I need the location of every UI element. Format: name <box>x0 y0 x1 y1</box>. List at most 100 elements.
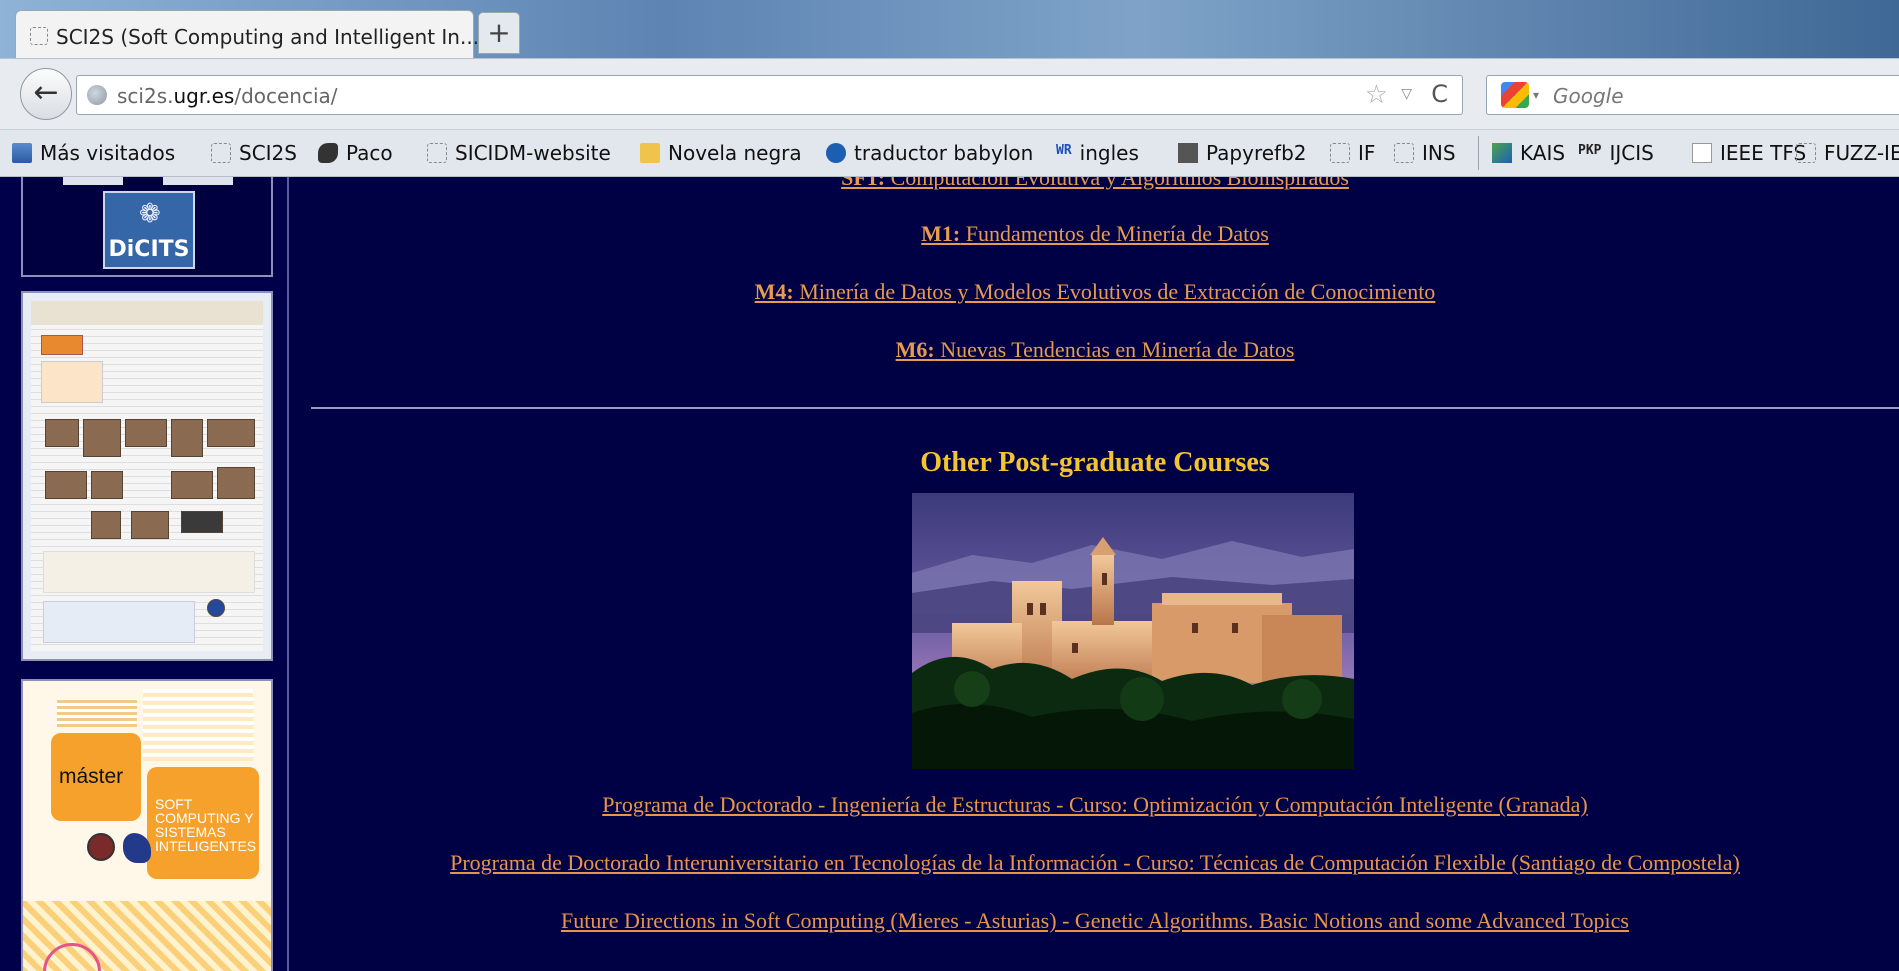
course-code: M4: <box>754 279 794 304</box>
bookmark-label: traductor babylon <box>854 141 1034 165</box>
alhambra-photo-art <box>912 493 1354 769</box>
blank-page-icon <box>30 27 48 45</box>
bookmark-sicidm-website[interactable]: SICIDM-website <box>427 140 611 166</box>
course-link-m4[interactable]: M4: Minería de Datos y Modelos Evolutivo… <box>291 279 1899 305</box>
course-link-m1[interactable]: M1: Fundamentos de Minería de Datos <box>291 221 1899 247</box>
poster-photo <box>181 511 223 533</box>
bookmark-sci2s[interactable]: SCI2S <box>211 140 297 166</box>
browser-tab[interactable]: SCI2S (Soft Computing and Intelligent In… <box>15 10 479 58</box>
bookmark-if[interactable]: IF <box>1330 140 1375 166</box>
bookmark-ijcis[interactable]: PKP IJCIS <box>1578 140 1654 166</box>
google-icon[interactable] <box>1501 82 1529 108</box>
course-code: M6: <box>895 337 935 362</box>
alhambra-photo <box>912 493 1354 769</box>
bookmark-separator <box>1478 136 1479 170</box>
bookmark-label: Más visitados <box>40 141 176 165</box>
poster-logo <box>207 599 225 617</box>
poster-text-block <box>57 699 137 727</box>
history-dropdown-icon[interactable]: ▽ <box>1401 86 1412 102</box>
papyre-icon <box>1178 143 1198 163</box>
bookmark-kais[interactable]: KAIS <box>1492 140 1565 166</box>
poster-image <box>31 301 263 651</box>
bookmark-ingles[interactable]: WR ingles <box>1056 140 1139 166</box>
people-network-icon: ❁ <box>139 199 161 229</box>
bookmark-paco[interactable]: Paco <box>318 140 393 166</box>
partner-logo[interactable] <box>63 177 123 185</box>
url-domain: ugr.es <box>173 84 235 108</box>
bookmark-label: KAIS <box>1520 141 1566 165</box>
postgrad-link-mieres[interactable]: Future Directions in Soft Computing (Mie… <box>291 908 1899 934</box>
wr-icon: WR <box>1056 143 1072 158</box>
master-label: máster <box>59 765 124 788</box>
bookmark-ieee-tfs[interactable]: IEEE TFS <box>1692 140 1806 166</box>
blank-page-icon <box>1330 143 1350 163</box>
postgrad-link-granada[interactable]: Programa de Doctorado - Ingeniería de Es… <box>291 792 1899 818</box>
search-box[interactable]: ▾ Google <box>1486 75 1899 115</box>
folder-icon <box>640 143 660 163</box>
globe-icon <box>87 85 107 105</box>
sidebar-master-poster[interactable]: máster SOFT COMPUTING Y SISTEMAS INTELIG… <box>21 679 273 971</box>
pkp-icon: PKP <box>1578 143 1602 158</box>
blank-page-icon <box>211 143 231 163</box>
soft-computing-label-box: SOFT COMPUTING Y SISTEMAS INTELIGENTES <box>147 767 259 879</box>
partner-logo[interactable] <box>163 177 233 185</box>
poster-photo <box>45 419 79 447</box>
poster-block <box>41 361 103 403</box>
reload-icon[interactable]: C <box>1431 80 1448 108</box>
course-title: Nuevas Tendencias en Minería de Datos <box>934 337 1295 362</box>
bookmark-ins[interactable]: INS <box>1394 140 1456 166</box>
dicits-logo[interactable]: ❁ DiCITS <box>103 191 195 269</box>
bookmark-label: INS <box>1422 141 1456 165</box>
address-bar[interactable]: sci2s.ugr.es/docencia/ ☆ ▽ C <box>76 75 1463 115</box>
back-button[interactable]: ← <box>20 68 72 120</box>
course-code: M1: <box>921 221 961 246</box>
poster-photo <box>217 467 255 499</box>
search-engine-dropdown-icon[interactable]: ▾ <box>1533 88 1539 102</box>
course-link-m6[interactable]: M6: Nuevas Tendencias en Minería de Dato… <box>291 337 1899 363</box>
poster-photo <box>131 511 169 539</box>
dicits-logo-text: DiCITS <box>108 237 190 262</box>
navigation-toolbar: ← sci2s.ugr.es/docencia/ ☆ ▽ C ▾ Google <box>0 58 1899 130</box>
soft-computing-label: SOFT COMPUTING Y SISTEMAS INTELIGENTES <box>155 796 257 854</box>
course-code: SF1: <box>841 177 886 190</box>
bookmark-mas-visitados[interactable]: Más visitados <box>12 140 175 166</box>
bookmark-label: ingles <box>1079 141 1139 165</box>
most-visited-icon <box>12 143 32 163</box>
poster-photo <box>83 419 121 457</box>
paco-icon <box>318 143 338 163</box>
poster-photo <box>125 419 167 447</box>
postgrad-link-santiago[interactable]: Programa de Doctorado Interuniversitario… <box>291 850 1899 876</box>
bookmark-novela-negra[interactable]: Novela negra <box>640 140 802 166</box>
poster-photo <box>207 419 255 447</box>
page-icon <box>1692 143 1712 163</box>
kais-icon <box>1492 143 1512 163</box>
page-viewport: ❁ DiCITS máster SOFT COMPUTING Y SISTEMA… <box>0 177 1899 971</box>
bookmark-fuzz-ieee[interactable]: FUZZ-IEEE-2 <box>1796 140 1899 166</box>
sidebar-poster-thumbnail[interactable] <box>21 291 273 661</box>
poster-text-block <box>143 689 253 761</box>
main-content: SF1: Computación Evolutiva y Algoritmos … <box>291 177 1899 971</box>
course-title: Computación Evolutiva y Algoritmos Bioin… <box>885 177 1349 190</box>
left-sidebar: ❁ DiCITS máster SOFT COMPUTING Y SISTEMA… <box>0 177 289 971</box>
bookmark-label: IJCIS <box>1609 141 1654 165</box>
poster-header <box>31 301 263 325</box>
bookmark-label: IEEE TFS <box>1720 141 1807 165</box>
address-url[interactable]: sci2s.ugr.es/docencia/ <box>117 84 338 108</box>
poster-photo <box>91 511 121 539</box>
course-title: Fundamentos de Minería de Datos <box>960 221 1269 246</box>
bookmark-traductor-babylon[interactable]: traductor babylon <box>826 140 1033 166</box>
bookmark-papyrefb2[interactable]: Papyrefb2 <box>1178 140 1307 166</box>
bookmark-label: SICIDM-website <box>455 141 611 165</box>
poster-photo <box>45 471 87 499</box>
bookmark-star-icon[interactable]: ☆ <box>1365 80 1388 110</box>
bookmark-label: Paco <box>346 141 393 165</box>
poster-photo <box>91 471 123 499</box>
course-title: Minería de Datos y Modelos Evolutivos de… <box>793 279 1436 304</box>
new-tab-button[interactable]: + <box>478 12 520 54</box>
poster-block <box>41 335 83 355</box>
bookmark-label: IF <box>1358 141 1376 165</box>
course-link-sf1[interactable]: SF1: Computación Evolutiva y Algoritmos … <box>291 177 1899 191</box>
url-prefix: sci2s. <box>117 84 174 108</box>
poster-photo <box>171 419 203 457</box>
bookmark-label: FUZZ-IEEE-2 <box>1824 141 1899 165</box>
